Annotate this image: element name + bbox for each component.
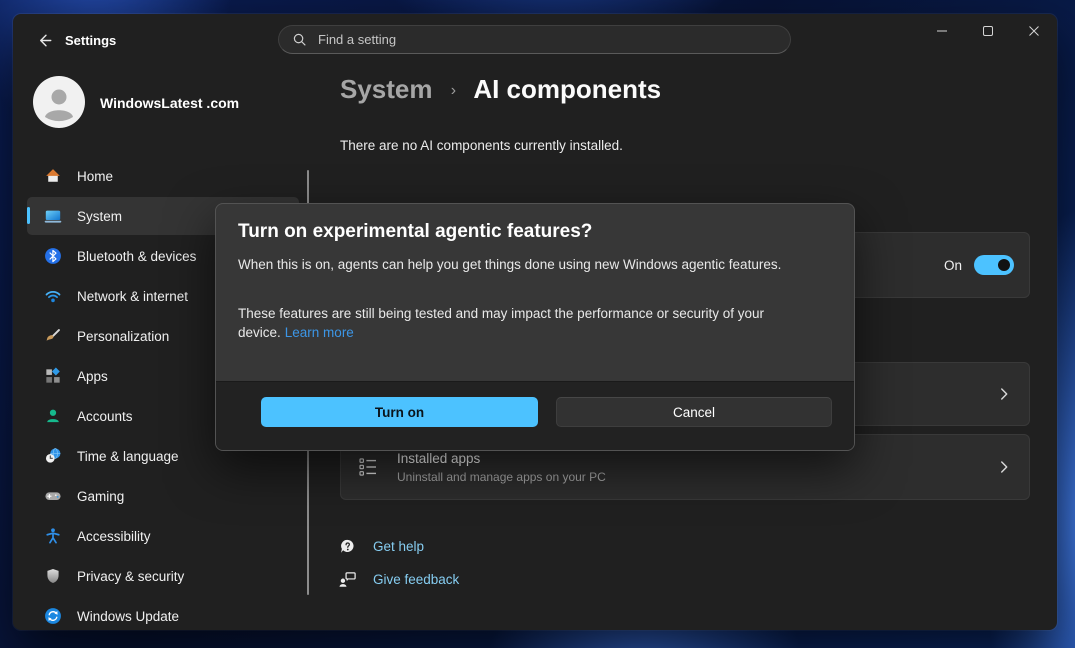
get-help-row[interactable]: Get help <box>338 534 459 558</box>
sidebar-item-gaming[interactable]: Gaming <box>27 477 299 515</box>
sidebar-item-label: Apps <box>77 369 108 384</box>
dialog-body-line2: These features are still being tested an… <box>238 305 840 342</box>
installed-apps-subtitle: Uninstall and manage apps on your PC <box>397 470 606 484</box>
close-icon <box>1028 25 1040 37</box>
app-title: Settings <box>65 33 116 48</box>
sidebar-item-label: Network & internet <box>77 289 188 304</box>
sidebar-item-privacy-security[interactable]: Privacy & security <box>27 557 299 595</box>
learn-more-link[interactable]: Learn more <box>285 325 354 340</box>
sidebar-item-label: Accounts <box>77 409 133 424</box>
maximize-button[interactable] <box>965 14 1011 48</box>
avatar[interactable] <box>33 76 85 128</box>
personalization-icon <box>44 327 62 345</box>
get-help-link[interactable]: Get help <box>373 539 424 554</box>
toggle-knob <box>998 259 1010 271</box>
sidebar-item-label: Gaming <box>77 489 124 504</box>
search-box[interactable] <box>278 25 791 54</box>
breadcrumb-separator-icon: › <box>451 82 456 99</box>
sidebar-item-windows-update[interactable]: Windows Update <box>27 597 299 630</box>
breadcrumb: System › AI components <box>340 74 661 105</box>
time-language-icon <box>44 447 62 465</box>
dialog-footer: Turn on Cancel <box>216 381 854 450</box>
chevron-right-icon <box>995 385 1013 403</box>
chevron-right-icon <box>995 458 1013 476</box>
give-feedback-link[interactable]: Give feedback <box>373 572 459 587</box>
profile-name: WindowsLatest .com <box>100 95 239 111</box>
dialog-body-line1: When this is on, agents can help you get… <box>238 257 781 272</box>
sidebar-item-label: Windows Update <box>77 609 179 624</box>
privacy-icon <box>44 567 62 585</box>
windows-update-icon <box>44 607 62 625</box>
close-button[interactable] <box>1011 14 1057 48</box>
get-help-icon <box>338 537 357 556</box>
back-arrow-icon <box>36 31 55 50</box>
give-feedback-row[interactable]: Give feedback <box>338 567 459 591</box>
window-controls <box>919 14 1057 48</box>
give-feedback-icon <box>338 570 357 589</box>
back-button[interactable] <box>29 27 61 53</box>
sidebar-item-label: System <box>77 209 122 224</box>
minimize-icon <box>936 25 948 37</box>
sidebar-item-label: Bluetooth & devices <box>77 249 196 264</box>
sidebar-item-accessibility[interactable]: Accessibility <box>27 517 299 555</box>
sidebar-item-label: Time & language <box>77 449 179 464</box>
accounts-icon <box>44 407 62 425</box>
dialog-title: Turn on experimental agentic features? <box>238 221 592 243</box>
turn-on-button[interactable]: Turn on <box>261 397 538 427</box>
sidebar-item-label: Privacy & security <box>77 569 184 584</box>
page-title: AI components <box>473 74 661 104</box>
sidebar-item-label: Home <box>77 169 113 184</box>
search-input[interactable] <box>318 32 748 47</box>
help-links: Get help Give feedback <box>338 534 459 600</box>
agentic-features-toggle[interactable] <box>974 255 1014 275</box>
home-icon <box>44 167 62 185</box>
gaming-icon <box>44 487 62 505</box>
agentic-features-dialog: Turn on experimental agentic features? W… <box>215 203 855 451</box>
toggle-state-label: On <box>944 258 962 273</box>
installed-apps-icon <box>357 456 379 478</box>
system-icon <box>44 207 62 225</box>
settings-window: Settings <box>13 14 1057 630</box>
network-icon <box>44 287 62 305</box>
apps-icon <box>44 367 62 385</box>
desktop-wallpaper: Settings <box>0 0 1075 648</box>
bluetooth-icon <box>44 247 62 265</box>
cancel-button[interactable]: Cancel <box>556 397 832 427</box>
empty-state-message: There are no AI components currently ins… <box>340 138 623 153</box>
sidebar-item-home[interactable]: Home <box>27 157 299 195</box>
sidebar-item-label: Personalization <box>77 329 169 344</box>
accessibility-icon <box>44 527 62 545</box>
installed-apps-title: Installed apps <box>397 451 606 466</box>
maximize-icon <box>982 25 994 37</box>
minimize-button[interactable] <box>919 14 965 48</box>
sidebar-item-label: Accessibility <box>77 529 151 544</box>
search-icon <box>292 32 308 48</box>
breadcrumb-system[interactable]: System <box>340 74 433 104</box>
